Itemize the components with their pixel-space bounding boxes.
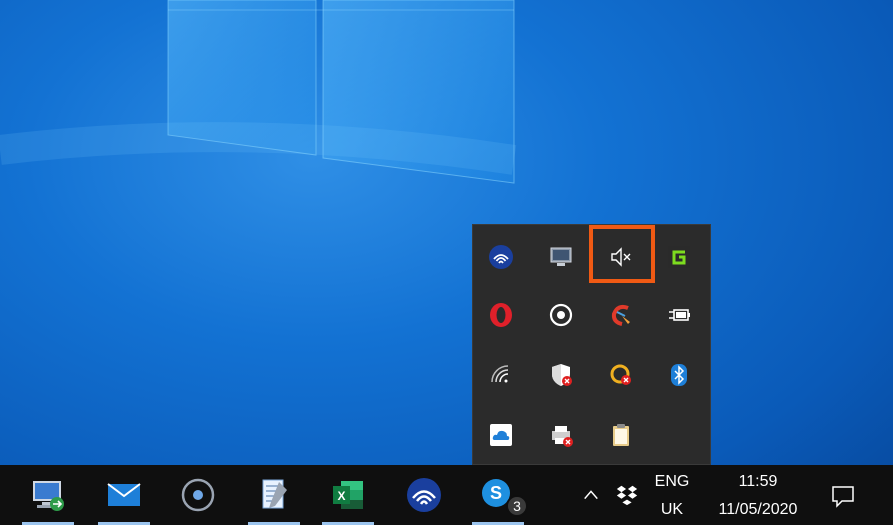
notification-icon — [832, 486, 854, 508]
remote-desktop-icon[interactable] — [18, 465, 78, 525]
svg-text:X: X — [337, 489, 345, 503]
opera-icon[interactable] — [481, 295, 521, 335]
cortana-icon[interactable] — [168, 465, 228, 525]
notepad-icon[interactable] — [244, 465, 304, 525]
dropbox-icon[interactable] — [612, 480, 642, 510]
greenshot-icon[interactable] — [659, 237, 699, 277]
security-shield-icon[interactable] — [541, 355, 581, 395]
defender-alert-icon[interactable] — [601, 355, 641, 395]
language-code[interactable]: ENG — [650, 473, 694, 491]
ccleaner-icon[interactable] — [601, 295, 641, 335]
printer-error-icon[interactable] — [541, 415, 581, 455]
tray-overflow-panel — [472, 224, 711, 465]
skype-icon[interactable]: S 3 — [468, 465, 528, 525]
bluetooth-icon[interactable] — [659, 355, 699, 395]
display-icon[interactable] — [541, 237, 581, 277]
volume-highlight-box — [589, 225, 655, 283]
svg-text:S: S — [490, 483, 502, 503]
action-center-button[interactable] — [826, 479, 860, 513]
power-plug-icon[interactable] — [659, 295, 699, 335]
chevron-up-icon — [584, 490, 598, 500]
excel-icon[interactable]: X — [318, 465, 378, 525]
taskbar: X S 3 ENG UK 11:59 11/05/2020 — [0, 465, 893, 525]
mail-app-icon[interactable] — [94, 465, 154, 525]
clipboard-icon[interactable] — [601, 415, 641, 455]
network-share-app-icon[interactable] — [394, 465, 454, 525]
network-share-icon[interactable] — [481, 237, 521, 277]
windows-logo-wallpaper — [0, 0, 517, 184]
clock-time[interactable]: 11:59 — [706, 473, 810, 491]
clock-date[interactable]: 11/05/2020 — [706, 501, 810, 519]
cortana-ring-icon[interactable] — [541, 295, 581, 335]
skype-badge: 3 — [506, 495, 528, 517]
wifi-icon[interactable] — [481, 355, 521, 395]
onedrive-icon[interactable] — [481, 415, 521, 455]
language-region[interactable]: UK — [650, 501, 694, 519]
show-hidden-icons-button[interactable] — [578, 482, 604, 508]
